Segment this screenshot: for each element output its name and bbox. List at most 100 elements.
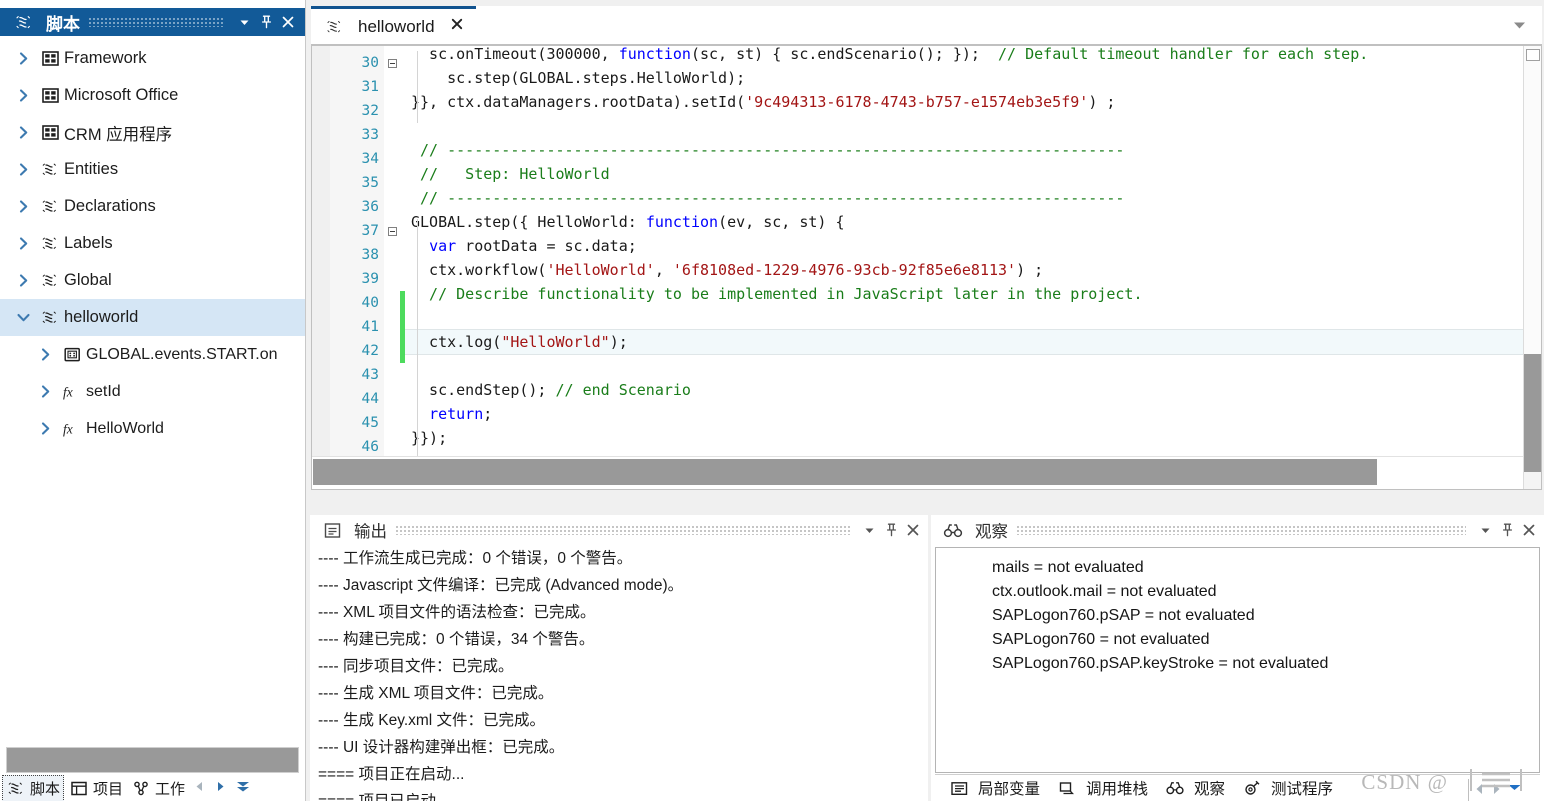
editor-area: helloworld 30 31 32 33 34 35 36 37 38 39 40 41 42 43 4…	[307, 0, 1544, 510]
fold-toggle-icon[interactable]	[384, 219, 400, 243]
debug-tab-1[interactable]: 调用堆栈	[1049, 776, 1152, 800]
tab-overflow-button[interactable]	[1511, 6, 1542, 44]
watermark-logo-icon	[1468, 767, 1524, 797]
code-line[interactable]: // -------------------------------------…	[405, 186, 1523, 210]
code-line-current[interactable]: ctx.log("HelloWorld");	[405, 329, 1523, 355]
tree-item-framework[interactable]: Framework	[0, 40, 305, 77]
close-icon[interactable]	[902, 519, 924, 541]
script-panel-header: 脚本	[0, 8, 305, 36]
chevron-down-icon[interactable]	[10, 310, 36, 325]
watch-row[interactable]: ctx.outlook.mail = not evaluated	[992, 580, 1539, 604]
panel-drag-dots[interactable]	[395, 525, 850, 535]
tree-item-global-events-start-on[interactable]: GLOBAL.events.START.on	[0, 336, 305, 373]
chevron-down-icon[interactable]	[858, 519, 880, 541]
chevron-down-icon[interactable]	[1474, 519, 1496, 541]
script-panel-hscrollbar[interactable]	[6, 747, 299, 773]
chevron-right-icon[interactable]	[10, 273, 36, 288]
binoculars-icon	[1161, 780, 1189, 796]
debug-tab-3[interactable]: 测试程序	[1234, 776, 1337, 800]
code-folding-margin[interactable]	[384, 46, 400, 456]
code-line[interactable]	[405, 114, 1523, 138]
code-surface[interactable]: 303132333435363738394041424344454647 sc.…	[312, 46, 1523, 456]
tree-item-crm[interactable]: CRM 应用程序	[0, 114, 305, 151]
editor-tab-helloworld[interactable]: helloworld	[311, 6, 476, 44]
watch-row[interactable]: mails = not evaluated	[992, 556, 1539, 580]
tree-item-entities[interactable]: Entities	[0, 151, 305, 188]
chevron-right-icon[interactable]	[10, 51, 36, 66]
panel-top-spacer	[0, 0, 305, 8]
script-bottom-tab-0[interactable]: 脚本	[2, 775, 65, 801]
editor-vertical-scrollbar[interactable]	[1523, 46, 1541, 472]
panel-drag-dots[interactable]	[1016, 525, 1466, 535]
fold-toggle-icon[interactable]	[384, 51, 400, 75]
caret-down-icon[interactable]	[232, 780, 254, 797]
chevron-right-icon[interactable]	[32, 347, 58, 362]
watch-row[interactable]: SAPLogon760 = not evaluated	[992, 628, 1539, 652]
module-icon	[36, 88, 64, 103]
debug-panel-tabs[interactable]: 局部变量 调用堆栈 观察 测试程序	[935, 774, 1540, 801]
watch-expression-list[interactable]: mails = not evaluated ctx.outlook.mail = …	[935, 547, 1540, 773]
script-panel-bottom-tabs[interactable]: 脚本 项目 工作	[0, 775, 305, 801]
code-line[interactable]: ctx.workflow('HelloWorld', '6f8108ed-122…	[405, 258, 1523, 282]
tree-item-helloworld[interactable]: helloworld	[0, 299, 305, 336]
code-line[interactable]	[405, 306, 1523, 330]
tree-item-helloworld[interactable]: fx HelloWorld	[0, 410, 305, 447]
code-line[interactable]: }}, ctx.dataManagers.rootData).setId('9c…	[405, 90, 1523, 114]
code-line[interactable]: sc.endStep(); // end Scenario	[405, 378, 1523, 402]
code-line[interactable]: // Describe functionality to be implemen…	[405, 282, 1523, 306]
caret-right-icon[interactable]	[211, 780, 230, 796]
chevron-right-icon[interactable]	[10, 125, 36, 140]
code-line[interactable]	[405, 354, 1523, 378]
panel-drag-dots[interactable]	[88, 17, 225, 27]
script-bottom-tab-1[interactable]: 项目	[66, 776, 126, 801]
pin-icon[interactable]	[255, 11, 277, 33]
chevron-right-icon[interactable]	[32, 421, 58, 436]
caret-left-icon[interactable]	[190, 780, 209, 796]
close-icon[interactable]	[1518, 519, 1540, 541]
chevron-right-icon[interactable]	[10, 88, 36, 103]
close-icon[interactable]	[277, 11, 299, 33]
line-number: 36	[361, 199, 379, 215]
code-editor[interactable]: 303132333435363738394041424344454647 sc.…	[311, 45, 1542, 490]
code-line[interactable]: var rootData = sc.data;	[405, 234, 1523, 258]
code-line[interactable]: }});	[405, 426, 1523, 450]
tree-item-global[interactable]: Global	[0, 262, 305, 299]
workflow-icon	[131, 781, 151, 796]
tree-item-microsoft-office[interactable]: Microsoft Office	[0, 77, 305, 114]
tree-item-labels[interactable]: Labels	[0, 225, 305, 262]
code-line[interactable]: return;	[405, 402, 1523, 426]
output-log[interactable]: ---- 工作流生成已完成：0 个错误，0 个警告。 ---- Javascrip…	[314, 545, 924, 801]
code-line[interactable]: GLOBAL.step({ HelloWorld: function(ev, s…	[405, 210, 1523, 234]
vertical-scroll-thumb[interactable]	[1524, 354, 1541, 472]
watch-row[interactable]: SAPLogon760.pSAP.keyStroke = not evaluat…	[992, 652, 1539, 676]
chevron-right-icon[interactable]	[10, 199, 36, 214]
code-line[interactable]: // Step: HelloWorld	[405, 162, 1523, 186]
tree-item-label: Framework	[64, 49, 147, 67]
tree-item-declarations[interactable]: Declarations	[0, 188, 305, 225]
watch-panel: 观察 mails = not evaluated ctx.outlook.mail…	[931, 515, 1544, 801]
pin-icon[interactable]	[1496, 519, 1518, 541]
chevron-down-icon[interactable]	[233, 11, 255, 33]
chevron-right-icon[interactable]	[10, 162, 36, 177]
code-line[interactable]: sc.step(GLOBAL.steps.HelloWorld);	[405, 66, 1523, 90]
tree-item-setid[interactable]: fx setId	[0, 373, 305, 410]
script-tree[interactable]: Framework Microsoft Office CRM 应用程序 Entitie…	[0, 36, 305, 747]
chevron-right-icon[interactable]	[32, 384, 58, 399]
output-line: ---- Javascript 文件编译：已完成 (Advanced mode)…	[318, 577, 684, 594]
tree-item-label: helloworld	[64, 308, 139, 326]
watch-row[interactable]: SAPLogon760.pSAP = not evaluated	[992, 604, 1539, 628]
code-line[interactable]: sc.onTimeout(300000, function(sc, st) { …	[405, 46, 1523, 66]
code-text[interactable]: sc.onTimeout(300000, function(sc, st) { …	[405, 46, 1523, 456]
output-line: ==== 项目已启动	[318, 788, 924, 801]
debug-tab-2[interactable]: 观察	[1157, 776, 1230, 800]
code-line[interactable]: // -------------------------------------…	[405, 138, 1523, 162]
close-icon[interactable]	[450, 17, 464, 36]
debug-tab-0[interactable]: 局部变量	[941, 776, 1044, 800]
script-bottom-tab-2[interactable]: 工作	[128, 776, 188, 801]
chevron-right-icon[interactable]	[10, 236, 36, 251]
editor-horizontal-scrollbar[interactable]	[312, 456, 1523, 489]
pin-icon[interactable]	[880, 519, 902, 541]
horizontal-scroll-thumb[interactable]	[313, 459, 1377, 485]
